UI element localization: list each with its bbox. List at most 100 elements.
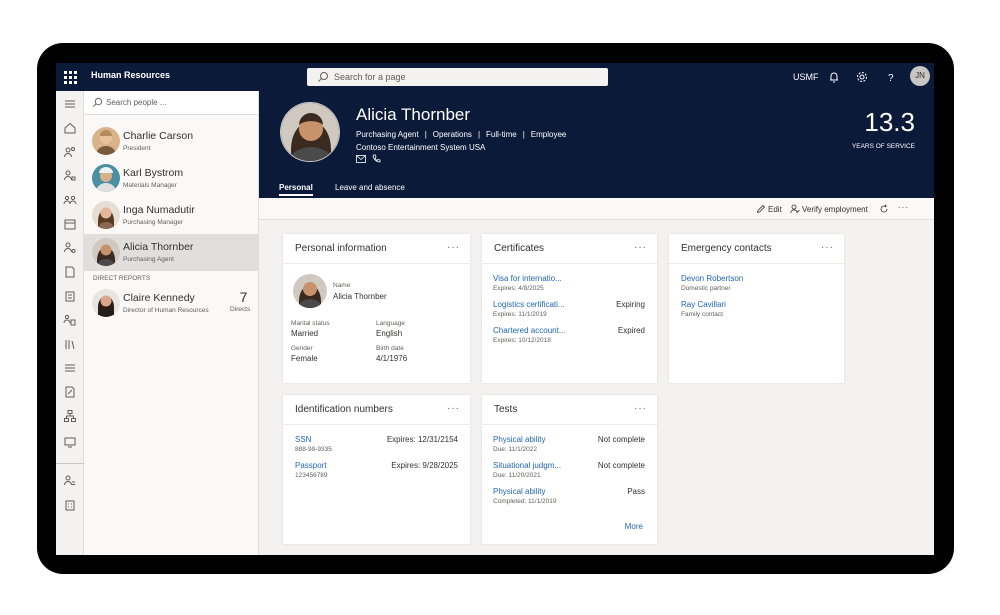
person-row-charlie-carson[interactable]: Charlie Carson President [84,123,258,160]
person-row-alicia-thornber[interactable]: Alicia Thornber Purchasing Agent [84,234,258,271]
svg-text:?: ? [888,73,894,84]
emergency-contact-relation: Family contact [681,311,723,318]
company-selector[interactable]: USMF [793,72,819,82]
certificate-status: Expired [617,326,645,335]
person-name: Claire Kennedy [123,292,195,304]
more-actions-button[interactable]: ··· [898,203,909,212]
identification-type-link[interactable]: SSN [295,435,311,444]
verify-person-icon [790,204,800,214]
app-title[interactable]: Human Resources [91,70,170,80]
card-title: Identification numbers [295,404,393,415]
verify-employment-button[interactable]: Verify employment [802,205,868,214]
marital-status-value: Married [291,329,319,338]
user-group-icon[interactable] [63,474,77,488]
person-settings-icon[interactable] [63,169,77,183]
rail-divider [56,463,84,464]
app-launcher-icon[interactable] [63,70,77,84]
separator: | [424,130,427,139]
identification-type-link[interactable]: Passport [295,461,327,470]
person-role: Materials Manager [123,182,177,189]
test-link[interactable]: Physical ability [493,435,545,444]
tab-leave-and-absence[interactable]: Leave and absence [335,183,405,192]
gender-label: Gender [291,345,313,352]
team-icon[interactable] [63,193,77,207]
card-more-button[interactable]: ··· [634,242,647,253]
test-date: Completed: 11/1/2019 [493,498,557,505]
list-icon[interactable] [63,361,77,375]
app-screen: Human Resources Search for a page USMF ?… [56,63,934,555]
page-search-input[interactable]: Search for a page [307,68,608,86]
person-row-claire-kennedy[interactable]: Claire Kennedy Director of Human Resourc… [84,285,258,322]
avatar [92,289,120,317]
more-tests-link[interactable]: More [625,522,643,531]
directs-count: 7 [239,289,248,305]
search-icon [93,97,103,107]
person-row-karl-bystrom[interactable]: Karl Bystrom Materials Manager [84,160,258,197]
monitor-icon[interactable] [63,435,77,449]
birth-date-value: 4/1/1976 [376,354,408,363]
gender-value: Female [291,354,318,363]
calendar-icon[interactable] [63,217,77,231]
test-status: Not complete [597,435,645,444]
employment-type: Full-time [486,130,517,139]
directs-label: Directs [230,306,251,313]
help-icon[interactable]: ? [883,69,899,85]
identification-expiry: Expires: 12/31/2154 [386,435,458,444]
card-title: Certificates [494,243,545,254]
building-icon[interactable] [63,498,77,512]
identification-number: 888-99-9335 [295,446,332,453]
person-name: Charlie Carson [123,130,194,142]
refresh-icon[interactable] [879,204,889,214]
employee-name: Alicia Thornber [356,105,471,124]
people-search-input[interactable]: Search people ... [84,91,258,115]
avatar [92,127,120,155]
gear-icon[interactable] [854,69,870,85]
card-more-button[interactable]: ··· [821,242,834,253]
person-name: Inga Numadutir [123,204,195,216]
edit-button[interactable]: Edit [768,205,782,214]
phone-icon[interactable] [372,154,381,163]
card-divider [283,263,470,264]
org-chart-icon[interactable] [63,409,77,423]
separator: | [477,130,481,139]
hamburger-menu-icon[interactable] [63,97,77,111]
marital-status-label: Marital status [291,320,330,327]
language-label: Language [376,320,405,327]
test-date: Due: 11/1/2022 [493,446,537,453]
edit-document-icon[interactable] [63,385,77,399]
test-link[interactable]: Situational judgm... [493,461,561,470]
person-name: Alicia Thornber [123,241,194,253]
people-search-placeholder: Search people ... [106,98,167,107]
navigation-rail [56,91,84,555]
people-icon[interactable] [63,145,77,159]
emergency-contact-link[interactable]: Devon Robertson [681,274,743,283]
card-more-button[interactable]: ··· [634,403,647,414]
card-more-button[interactable]: ··· [447,242,460,253]
card-title: Personal information [295,243,387,254]
library-icon[interactable] [63,337,77,351]
test-status: Pass [627,487,645,496]
tab-personal[interactable]: Personal [279,183,313,196]
person-search-icon[interactable] [63,241,77,255]
certificate-link[interactable]: Chartered account... [493,326,565,335]
direct-reports-heading: DIRECT REPORTS [93,275,151,282]
employee-company: Contoso Entertainment System USA [356,143,486,152]
certificate-link[interactable]: Logistics certificati... [493,300,565,309]
card-more-button[interactable]: ··· [447,403,460,414]
employee-subtitle: Purchasing Agent | Operations | Full-time | Em… [356,130,566,139]
workers-icon[interactable] [63,313,77,327]
clipboard-icon[interactable] [63,289,77,303]
home-icon[interactable] [63,121,77,135]
test-link[interactable]: Physical ability [493,487,545,496]
emergency-contact-relation: Domestic partner [681,285,731,292]
person-row-inga-numadutir[interactable]: Inga Numadutir Purchasing Manager [84,197,258,234]
bell-icon[interactable] [826,69,842,85]
certificate-link[interactable]: Visa for internatio... [493,274,562,283]
document-icon[interactable] [63,265,77,279]
mail-icon[interactable] [356,155,366,163]
certificate-status: Expiring [616,300,645,309]
person-role: President [123,145,151,152]
user-avatar[interactable]: JN [910,66,930,86]
emergency-contact-link[interactable]: Ray Cavillari [681,300,726,309]
name-label: Name [333,282,351,289]
